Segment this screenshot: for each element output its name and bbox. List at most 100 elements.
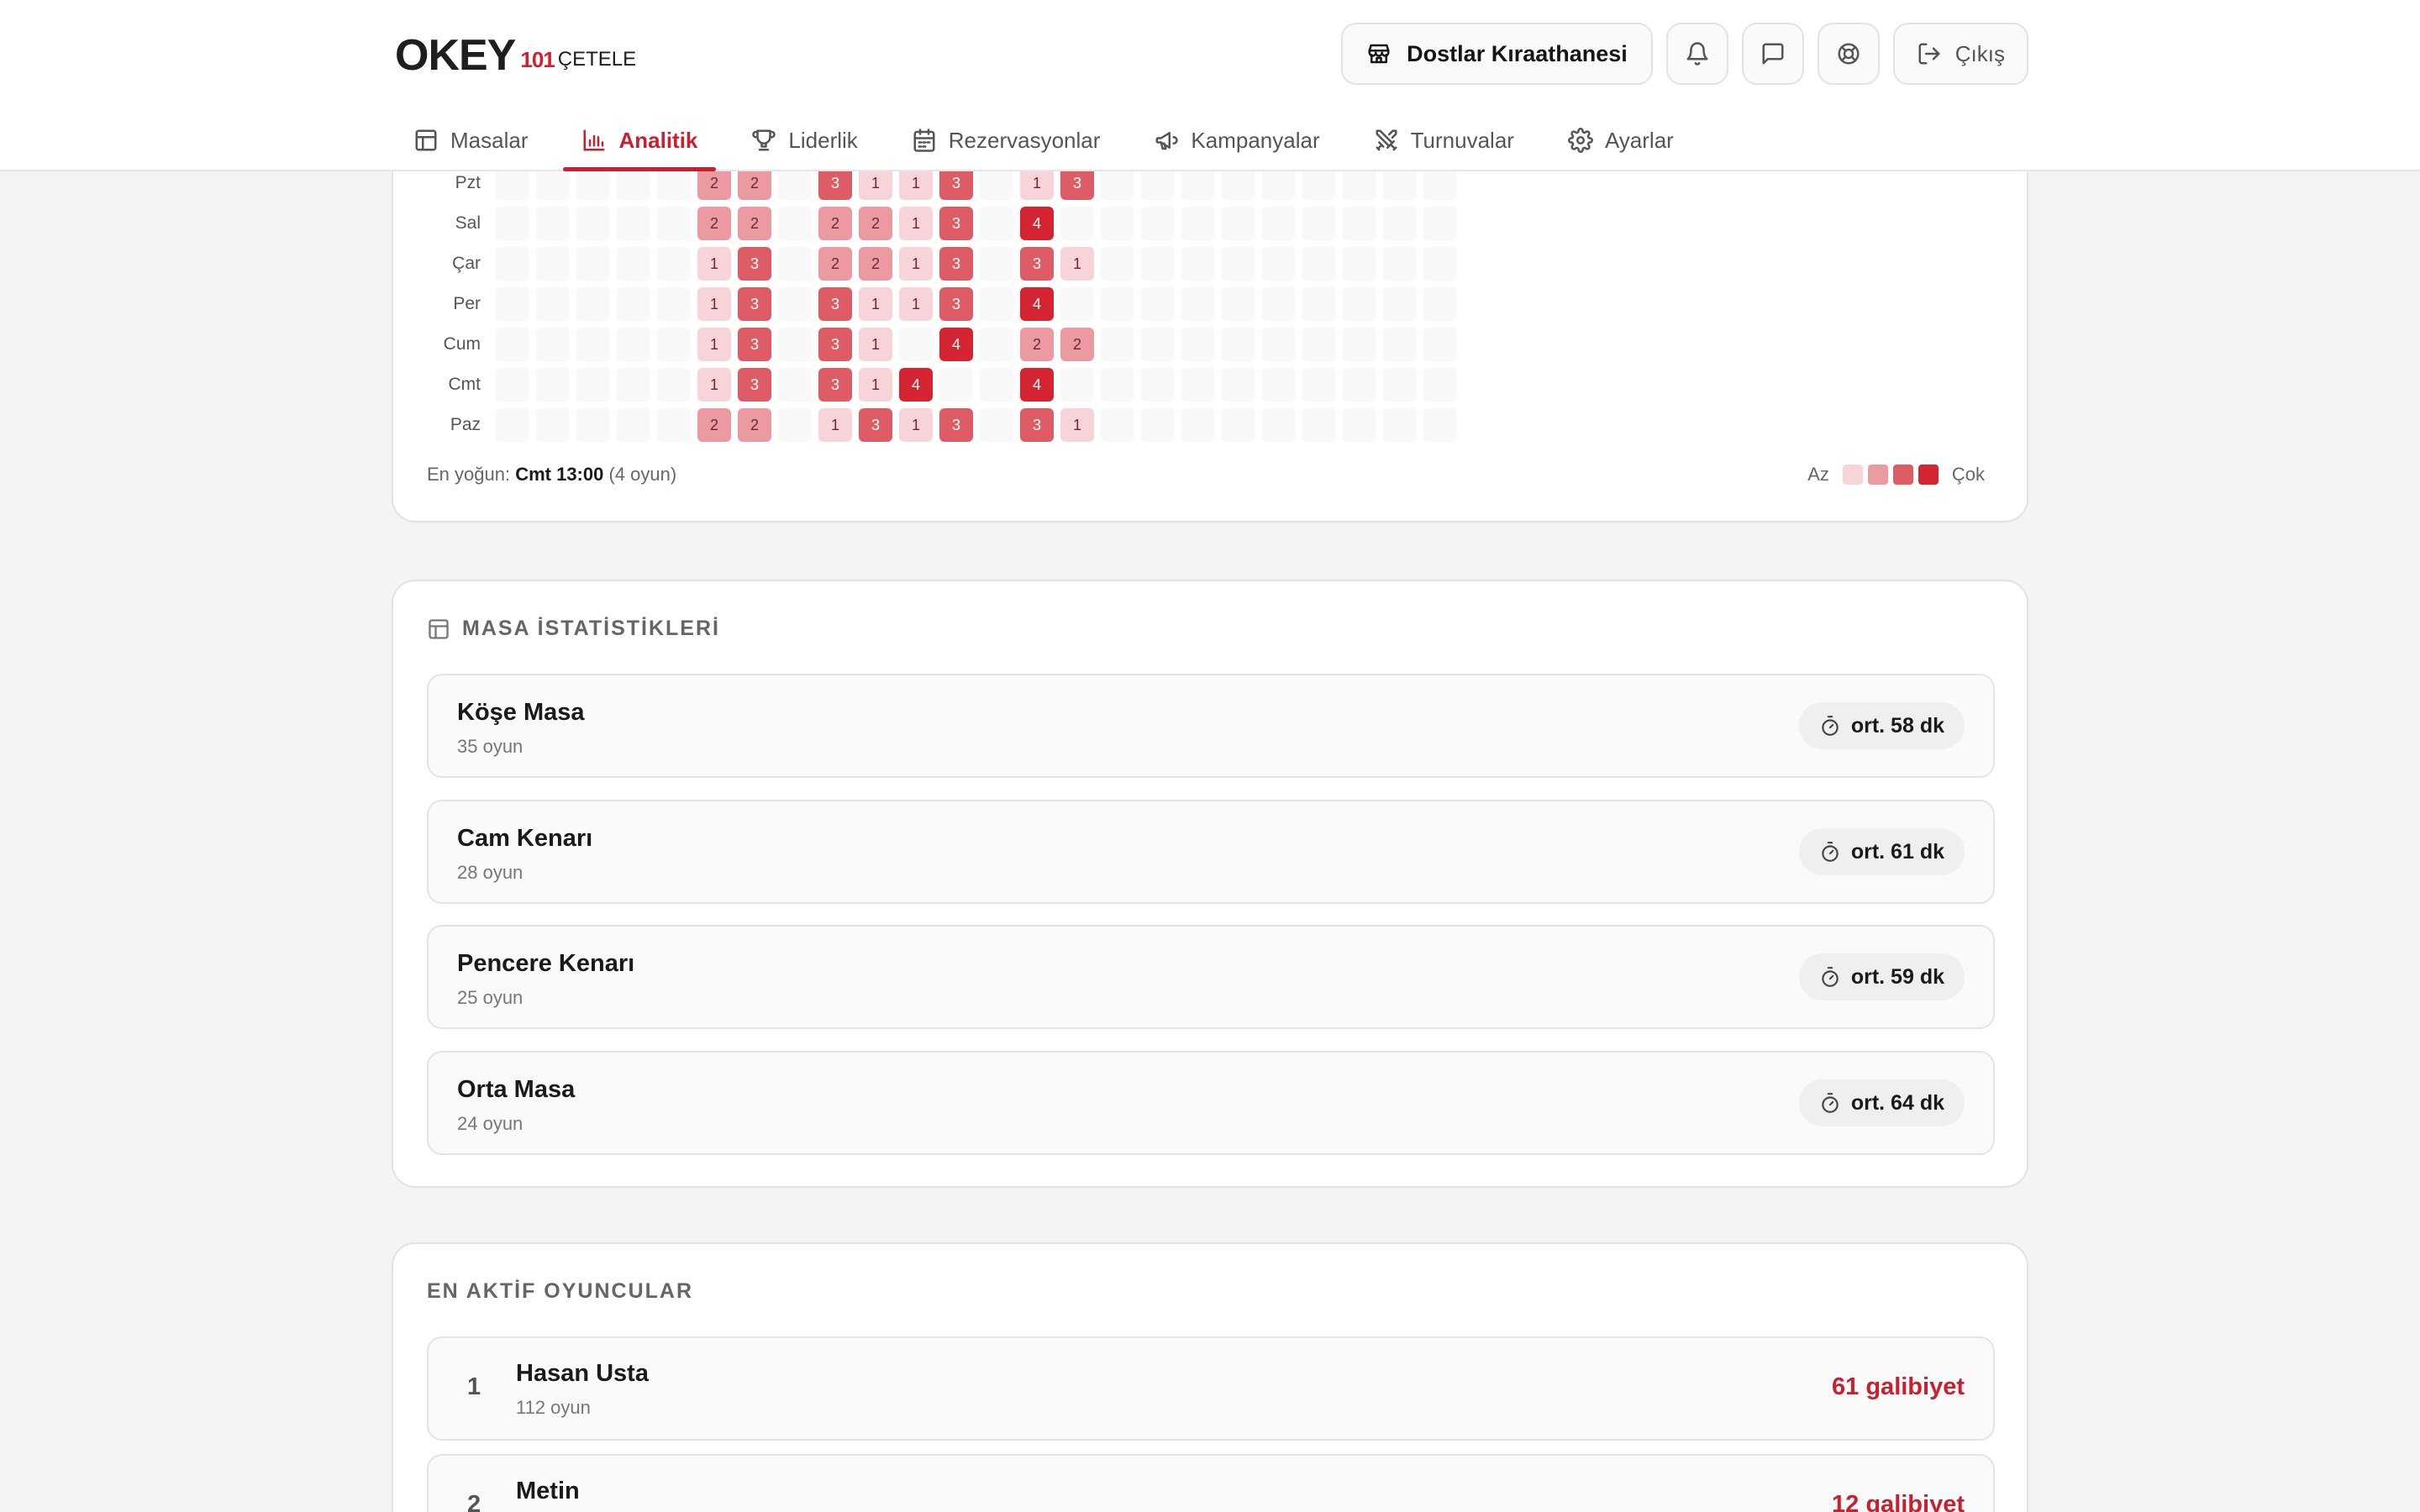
heatmap-cell[interactable]	[1262, 287, 1296, 321]
heatmap-cell[interactable]	[1423, 328, 1457, 361]
heatmap-cell[interactable]: 1	[859, 287, 892, 321]
heatmap-cell[interactable]	[1141, 368, 1175, 402]
heatmap-cell[interactable]	[1423, 207, 1457, 240]
heatmap-cell[interactable]: 3	[939, 287, 973, 321]
heatmap-cell[interactable]	[576, 408, 610, 442]
heatmap-cell[interactable]	[980, 166, 1013, 200]
heatmap-cell[interactable]	[576, 287, 610, 321]
heatmap-cell[interactable]: 1	[859, 368, 892, 402]
heatmap-cell[interactable]: 3	[1020, 247, 1054, 281]
heatmap-cell[interactable]	[657, 287, 691, 321]
heatmap-cell[interactable]: 1	[859, 166, 892, 200]
heatmap-cell[interactable]: 1	[899, 247, 933, 281]
heatmap-cell[interactable]	[1383, 166, 1417, 200]
heatmap-cell[interactable]: 1	[1020, 166, 1054, 200]
nav-rezervasyonlar[interactable]: Rezervasyonlar	[893, 109, 1119, 171]
heatmap-cell[interactable]	[1101, 166, 1134, 200]
heatmap-cell[interactable]: 2	[859, 207, 892, 240]
heatmap-cell[interactable]	[617, 166, 650, 200]
heatmap-cell[interactable]	[1343, 287, 1376, 321]
heatmap-cell[interactable]	[1060, 207, 1094, 240]
heatmap-cell[interactable]: 3	[818, 368, 852, 402]
heatmap-cell[interactable]	[1343, 247, 1376, 281]
heatmap-cell[interactable]: 2	[1060, 328, 1094, 361]
heatmap-cell[interactable]: 3	[818, 166, 852, 200]
heatmap-cell[interactable]	[1383, 408, 1417, 442]
heatmap-cell[interactable]: 1	[899, 287, 933, 321]
heatmap-cell[interactable]	[657, 166, 691, 200]
heatmap-cell[interactable]	[1222, 207, 1255, 240]
heatmap-cell[interactable]	[1060, 368, 1094, 402]
heatmap-cell[interactable]	[1181, 207, 1215, 240]
heatmap-cell[interactable]: 3	[1020, 408, 1054, 442]
heatmap-cell[interactable]	[1262, 247, 1296, 281]
table-stat-row[interactable]: Cam Kenarı 28 oyun ort. 61 dk	[427, 800, 1995, 904]
heatmap-cell[interactable]	[1101, 207, 1134, 240]
heatmap-cell[interactable]	[778, 287, 812, 321]
heatmap-cell[interactable]	[778, 368, 812, 402]
heatmap-cell[interactable]	[778, 247, 812, 281]
heatmap-cell[interactable]: 3	[738, 247, 771, 281]
heatmap-cell[interactable]: 3	[939, 247, 973, 281]
heatmap-cell[interactable]	[496, 247, 529, 281]
heatmap-cell[interactable]	[980, 207, 1013, 240]
heatmap-cell[interactable]	[1222, 408, 1255, 442]
heatmap-cell[interactable]	[1181, 408, 1215, 442]
heatmap-cell[interactable]	[1141, 166, 1175, 200]
heatmap-cell[interactable]	[496, 408, 529, 442]
heatmap-cell[interactable]	[657, 368, 691, 402]
heatmap-cell[interactable]	[1383, 247, 1417, 281]
heatmap-cell[interactable]	[536, 287, 570, 321]
heatmap-cell[interactable]: 2	[859, 247, 892, 281]
heatmap-cell[interactable]	[576, 166, 610, 200]
heatmap-cell[interactable]	[1423, 287, 1457, 321]
heatmap-cell[interactable]: 3	[738, 287, 771, 321]
heatmap-cell[interactable]: 2	[738, 408, 771, 442]
brand-logo[interactable]: OKEY 101 ÇETELE	[395, 30, 636, 81]
heatmap-cell[interactable]	[1141, 207, 1175, 240]
heatmap-cell[interactable]	[657, 207, 691, 240]
heatmap-cell[interactable]	[576, 207, 610, 240]
heatmap-cell[interactable]	[1181, 247, 1215, 281]
heatmap-cell[interactable]: 2	[818, 207, 852, 240]
heatmap-cell[interactable]: 1	[1060, 408, 1094, 442]
nav-kampanyalar[interactable]: Kampanyalar	[1135, 109, 1338, 171]
heatmap-cell[interactable]	[1101, 247, 1134, 281]
heatmap-cell[interactable]: 1	[899, 207, 933, 240]
heatmap-cell[interactable]	[1343, 207, 1376, 240]
heatmap-cell[interactable]	[1262, 408, 1296, 442]
heatmap-cell[interactable]	[1181, 368, 1215, 402]
support-button[interactable]	[1817, 23, 1880, 85]
heatmap-cell[interactable]	[536, 368, 570, 402]
heatmap-cell[interactable]	[617, 287, 650, 321]
heatmap-cell[interactable]	[1383, 287, 1417, 321]
heatmap-cell[interactable]	[1423, 166, 1457, 200]
heatmap-cell[interactable]	[1222, 368, 1255, 402]
heatmap-cell[interactable]	[1423, 247, 1457, 281]
heatmap-cell[interactable]: 3	[818, 287, 852, 321]
heatmap-cell[interactable]	[1383, 207, 1417, 240]
heatmap-cell[interactable]	[617, 247, 650, 281]
nav-liderlik[interactable]: Liderlik	[733, 109, 876, 171]
heatmap-cell[interactable]	[980, 368, 1013, 402]
heatmap-cell[interactable]	[1141, 408, 1175, 442]
heatmap-cell[interactable]	[1101, 328, 1134, 361]
heatmap-cell[interactable]: 1	[899, 166, 933, 200]
heatmap-cell[interactable]	[1262, 368, 1296, 402]
heatmap-cell[interactable]	[657, 328, 691, 361]
venue-button[interactable]: Dostlar Kıraathanesi	[1341, 23, 1653, 85]
notifications-button[interactable]	[1665, 23, 1728, 85]
heatmap-cell[interactable]: 1	[818, 408, 852, 442]
heatmap-cell[interactable]	[496, 368, 529, 402]
heatmap-cell[interactable]: 1	[697, 287, 731, 321]
heatmap-cell[interactable]	[1222, 328, 1255, 361]
heatmap-cell[interactable]	[1343, 166, 1376, 200]
heatmap-cell[interactable]	[1101, 368, 1134, 402]
heatmap-cell[interactable]	[778, 166, 812, 200]
heatmap-cell[interactable]	[617, 408, 650, 442]
heatmap-cell[interactable]	[536, 328, 570, 361]
heatmap-cell[interactable]	[1302, 287, 1336, 321]
heatmap-cell[interactable]	[980, 328, 1013, 361]
heatmap-cell[interactable]	[1423, 408, 1457, 442]
heatmap-cell[interactable]	[1343, 328, 1376, 361]
